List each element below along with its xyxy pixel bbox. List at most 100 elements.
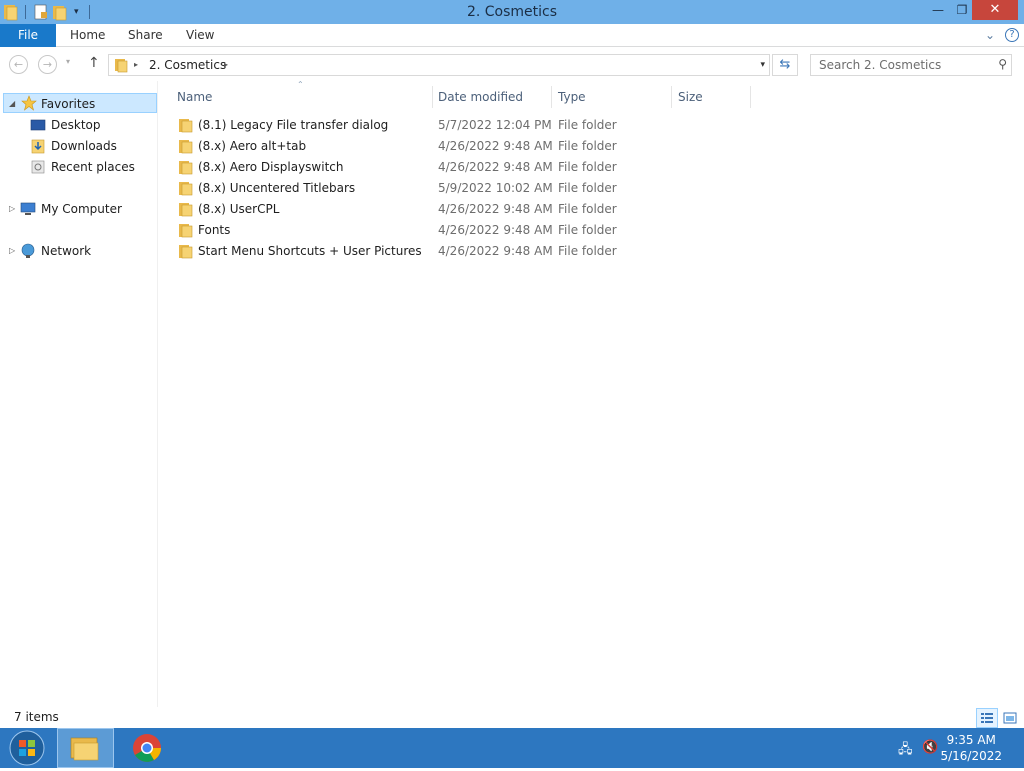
nav-label: Network (41, 244, 92, 258)
file-type: File folder (558, 223, 617, 237)
nav-label: Downloads (51, 139, 117, 153)
file-name: Start Menu Shortcuts + User Pictures (198, 244, 422, 258)
chevron-right-icon[interactable]: ▸ (224, 55, 228, 75)
clock-time: 9:35 AM (946, 733, 996, 747)
downloads-icon (31, 139, 45, 154)
expand-icon[interactable]: ▷ (9, 199, 15, 219)
file-date-modified: 4/26/2022 9:48 AM (438, 202, 553, 216)
navigation-pane: ◢ Favorites Desktop Downloads Recent pla… (0, 81, 158, 707)
file-type: File folder (558, 244, 617, 258)
file-type: File folder (558, 160, 617, 174)
taskbar: 🖧 🔇 9:35 AM 5/16/2022 (0, 728, 1024, 768)
collapse-icon[interactable]: ◢ (9, 94, 15, 114)
nav-label: Recent places (51, 160, 135, 174)
details-view-button[interactable] (976, 708, 998, 728)
address-dropdown-icon[interactable]: ▾ (760, 55, 765, 75)
file-name: (8.x) UserCPL (198, 202, 280, 216)
tab-file[interactable]: File (0, 24, 56, 47)
up-button[interactable]: ↑ (88, 55, 100, 71)
taskbar-file-explorer[interactable] (57, 728, 114, 768)
file-type: File folder (558, 181, 617, 195)
window-title: 2. Cosmetics (466, 4, 558, 20)
item-count: 7 items (14, 710, 59, 724)
column-header-date-modified[interactable]: Date modified (438, 86, 548, 108)
file-name: (8.x) Uncentered Titlebars (198, 181, 356, 195)
file-date-modified: 5/9/2022 10:02 AM (438, 181, 553, 195)
column-divider[interactable] (432, 86, 433, 108)
network-icon (21, 243, 35, 258)
address-bar[interactable]: ▸ 2. Cosmetics ▸ ▾ (108, 54, 770, 76)
tab-home[interactable]: Home (70, 24, 105, 47)
taskbar-chrome[interactable] (122, 728, 172, 768)
chrome-icon (133, 734, 161, 762)
nav-item-network[interactable]: ▷ Network (3, 241, 153, 261)
refresh-button[interactable]: ⇆ (772, 54, 798, 76)
breadcrumb[interactable]: 2. Cosmetics (149, 55, 226, 75)
file-date-modified: 5/7/2022 12:04 PM (438, 118, 552, 132)
table-row[interactable]: (8.x) Aero alt+tab 4/26/2022 9:48 AM File … (174, 136, 617, 157)
table-row[interactable]: Fonts 4/26/2022 9:48 AM File folder (174, 220, 617, 241)
large-icons-view-icon (1003, 712, 1017, 724)
forward-button[interactable]: → (38, 55, 57, 74)
folder-icon (179, 140, 193, 154)
folder-icon (179, 182, 193, 196)
search-input[interactable] (817, 57, 987, 73)
nav-label: Favorites (41, 97, 96, 111)
nav-item-my-computer[interactable]: ▷ My Computer (3, 199, 153, 219)
column-header-name[interactable]: Name (177, 86, 431, 108)
file-name: (8.1) Legacy File transfer dialog (198, 118, 389, 132)
windows-logo-icon (9, 730, 45, 766)
file-name: Fonts (198, 223, 231, 237)
back-button[interactable]: ← (9, 55, 28, 74)
table-row[interactable]: (8.1) Legacy File transfer dialog 5/7/202… (174, 115, 617, 136)
nav-item-recent-places[interactable]: Recent places (30, 157, 150, 177)
table-row[interactable]: (8.x) Uncentered Titlebars 5/9/2022 10:02… (174, 178, 617, 199)
computer-icon (20, 202, 36, 215)
search-icon[interactable]: ⚲ (998, 57, 1007, 71)
nav-item-desktop[interactable]: Desktop (30, 115, 150, 135)
recent-locations-icon[interactable]: ▾ (66, 57, 70, 66)
column-header-size[interactable]: Size (678, 86, 748, 108)
start-button[interactable] (4, 728, 50, 768)
close-button[interactable]: ✕ (972, 0, 1018, 20)
nav-item-favorites[interactable]: ◢ Favorites (3, 93, 157, 113)
table-row[interactable]: (8.x) UserCPL 4/26/2022 9:48 AM File folde… (174, 199, 617, 220)
column-divider[interactable] (551, 86, 552, 108)
expand-icon[interactable]: ▷ (9, 241, 15, 261)
star-icon (21, 95, 37, 111)
nav-item-downloads[interactable]: Downloads (30, 136, 150, 156)
folder-icon (179, 203, 193, 217)
folder-icon (179, 119, 193, 133)
file-type: File folder (558, 202, 617, 216)
folder-icon (70, 737, 99, 761)
table-row[interactable]: (8.x) Aero Displayswitch 4/26/2022 9:48 A… (174, 157, 617, 178)
large-icons-view-button[interactable] (999, 708, 1021, 728)
file-name: (8.x) Aero alt+tab (198, 139, 307, 153)
folder-icon (179, 245, 193, 259)
chevron-right-icon[interactable]: ▸ (134, 55, 138, 75)
help-icon[interactable]: ? (1005, 28, 1019, 42)
column-divider[interactable] (750, 86, 751, 108)
status-bar: 7 items (0, 706, 1024, 728)
volume-muted-icon[interactable]: 🔇 (922, 740, 938, 755)
desktop-icon (30, 119, 46, 131)
tab-share[interactable]: Share (128, 24, 163, 47)
file-name: (8.x) Aero Displayswitch (198, 160, 344, 174)
nav-label: My Computer (41, 202, 122, 216)
table-row[interactable]: Start Menu Shortcuts + User Pictures 4/26… (174, 241, 617, 262)
column-divider[interactable] (671, 86, 672, 108)
search-box[interactable]: ⚲ (810, 54, 1012, 76)
folder-icon (179, 224, 193, 238)
title-bar: ▾ 2. Cosmetics — ❐ ✕ (0, 0, 1024, 24)
clock[interactable]: 9:35 AM 5/16/2022 (940, 732, 1002, 764)
tab-view[interactable]: View (186, 24, 214, 47)
expand-ribbon-icon[interactable]: ⌄ (985, 24, 995, 47)
folder-icon (115, 59, 128, 73)
file-date-modified: 4/26/2022 9:48 AM (438, 160, 553, 174)
file-type: File folder (558, 118, 617, 132)
network-status-icon[interactable]: 🖧 (898, 740, 913, 762)
ribbon: File Home Share View ⌄ ? (0, 24, 1024, 47)
recent-places-icon (31, 160, 45, 174)
column-header-type[interactable]: Type (558, 86, 668, 108)
file-date-modified: 4/26/2022 9:48 AM (438, 244, 553, 258)
